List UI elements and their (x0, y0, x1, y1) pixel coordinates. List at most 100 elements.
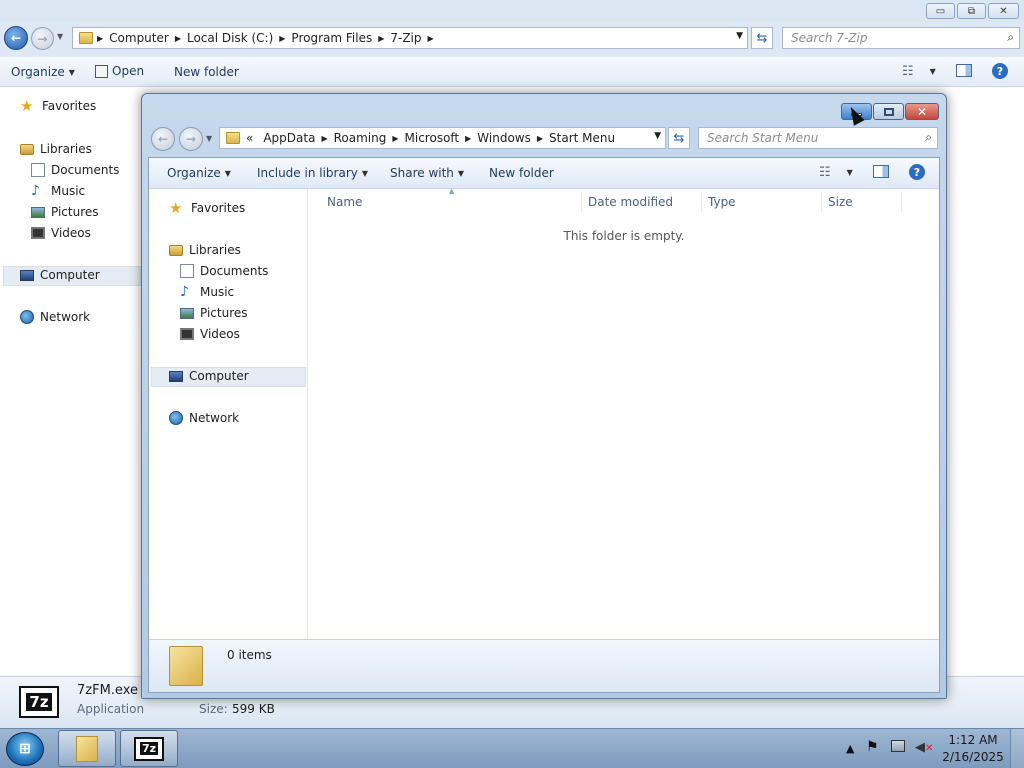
forward-arrow-icon: → (37, 31, 48, 46)
include-in-library-menu[interactable]: Include in library ▼ (257, 166, 368, 180)
column-header-name[interactable]: Name (327, 195, 362, 209)
column-header-type[interactable]: Type (708, 195, 736, 209)
background-nav-pictures[interactable]: Pictures (31, 205, 99, 219)
address-history-dropdown-icon[interactable]: ▼ (736, 31, 743, 41)
foreground-recent-pages-icon[interactable]: ▼ (206, 134, 212, 143)
forward-button[interactable]: → (31, 27, 54, 50)
background-preview-pane-button[interactable] (956, 64, 972, 77)
action-center-flag-icon[interactable]: ⚑ (866, 739, 879, 755)
foreground-nav-favorites[interactable]: ★ Favorites (169, 199, 245, 217)
background-address-bar[interactable]: ▶ Computer ▶ Local Disk (C:) ▶ Program F… (72, 27, 748, 49)
address-segment[interactable]: 7-Zip (384, 31, 427, 45)
background-refresh-button[interactable]: ⇆ (751, 27, 773, 49)
background-help-button[interactable]: ? (992, 63, 1008, 79)
background-nav-music[interactable]: ♪ Music (31, 184, 85, 198)
background-nav-favorites[interactable]: ★ Favorites (20, 99, 96, 114)
column-divider[interactable] (821, 192, 822, 212)
background-search-input[interactable]: Search 7-Zip ⌕ (782, 27, 1020, 49)
foreground-nav-network[interactable]: Network (169, 411, 239, 425)
nav-label: Documents (200, 264, 269, 278)
column-divider[interactable] (901, 192, 902, 212)
recent-pages-dropdown-icon[interactable]: ▼ (57, 32, 63, 41)
background-nav-documents[interactable]: Documents (31, 163, 119, 177)
music-note-icon: ♪ (180, 284, 189, 300)
background-close-button[interactable]: ✕ (988, 3, 1019, 19)
column-header-date-modified[interactable]: Date modified (588, 195, 673, 209)
show-hidden-icons-chevron-up-icon[interactable]: ▲ (846, 742, 854, 755)
foreground-search-input[interactable]: Search Start Menu ⌕ (698, 127, 938, 149)
foreground-help-button[interactable]: ? (909, 164, 925, 180)
foreground-nav-computer[interactable]: Computer (169, 369, 249, 383)
address-segment[interactable]: Microsoft (399, 131, 466, 145)
open-app-icon (95, 64, 108, 78)
background-nav-libraries[interactable]: Libraries (20, 142, 92, 156)
foreground-nav-videos[interactable]: Videos (180, 327, 240, 341)
network-tray-icon[interactable] (891, 740, 905, 755)
address-segment[interactable]: Start Menu (543, 131, 621, 145)
clock-time[interactable]: 1:12 AM (944, 733, 1002, 747)
chevron-down-icon: ▼ (929, 67, 936, 76)
address-segment[interactable]: AppData (257, 131, 321, 145)
address-history-dropdown-icon[interactable]: ▼ (654, 131, 661, 141)
address-segment[interactable]: Windows (471, 131, 537, 145)
start-button[interactable]: ⊞ (6, 732, 44, 766)
background-nav-network[interactable]: Network (20, 310, 90, 324)
background-organize-menu[interactable]: Organize ▼ (11, 65, 75, 79)
foreground-nav-libraries[interactable]: Libraries (169, 243, 241, 257)
search-placeholder: Search Start Menu (707, 131, 819, 145)
seven-zip-logo-text: 7z (26, 693, 52, 711)
clock-date[interactable]: 2/16/2025 (942, 750, 1004, 764)
address-segment[interactable]: Roaming (328, 131, 393, 145)
documents-icon (31, 163, 45, 177)
new-folder-label: New folder (489, 166, 554, 180)
foreground-close-button[interactable]: ✕ (905, 103, 939, 120)
background-new-folder-button[interactable]: New folder (174, 65, 239, 79)
background-restore-button[interactable]: ⧉ (957, 3, 986, 19)
address-separator-icon[interactable]: ▶ (428, 34, 434, 43)
libraries-icon (169, 244, 183, 256)
background-nav-videos[interactable]: Videos (31, 226, 91, 240)
show-desktop-button[interactable] (1010, 729, 1024, 768)
background-nav-computer[interactable]: Computer (20, 268, 100, 282)
column-divider[interactable] (701, 192, 702, 212)
taskbar-7zip-button[interactable]: 7z (120, 730, 178, 767)
column-header-size[interactable]: Size (828, 195, 853, 209)
documents-icon (180, 264, 194, 278)
address-overflow-chevron[interactable]: « (244, 131, 257, 145)
foreground-nav-documents[interactable]: Documents (180, 264, 268, 278)
foreground-organize-menu[interactable]: Organize ▼ (167, 166, 231, 180)
column-divider[interactable] (581, 192, 582, 212)
preview-pane-icon (956, 64, 972, 77)
foreground-address-bar[interactable]: « AppData ▶ Roaming ▶ Microsoft ▶ Window… (219, 127, 666, 149)
foreground-view-options-button[interactable]: ☷ ▼ (819, 165, 853, 180)
background-minimize-button[interactable]: ▭ (926, 3, 955, 19)
foreground-back-button[interactable]: ← (151, 127, 175, 151)
background-open-button[interactable]: Open (95, 64, 144, 78)
taskbar-explorer-button[interactable] (58, 730, 116, 767)
foreground-refresh-button[interactable]: ⇆ (668, 127, 690, 149)
share-with-menu[interactable]: Share with ▼ (390, 166, 464, 180)
view-list-icon: ☷ (819, 165, 831, 180)
network-icon (20, 310, 34, 324)
selected-file-name: 7zFM.exe (77, 683, 138, 698)
back-button[interactable]: ← (4, 26, 28, 50)
volume-muted-icon[interactable]: ◀✕ (915, 740, 933, 755)
foreground-preview-pane-button[interactable] (873, 165, 889, 178)
computer-icon (20, 269, 34, 281)
nav-label: Pictures (200, 306, 248, 320)
network-icon (169, 411, 183, 425)
include-in-library-label: Include in library (257, 166, 358, 180)
foreground-forward-button[interactable]: → (179, 127, 203, 151)
foreground-new-folder-button[interactable]: New folder (489, 166, 554, 180)
foreground-nav-music[interactable]: ♪ Music (180, 285, 234, 299)
foreground-maximize-button[interactable] (873, 103, 904, 120)
address-segment[interactable]: Computer (103, 31, 175, 45)
background-view-options-button[interactable]: ☷ ▼ (902, 64, 936, 79)
address-segment[interactable]: Local Disk (C:) (181, 31, 279, 45)
maximize-icon (883, 107, 894, 116)
foreground-nav-pictures[interactable]: Pictures (180, 306, 248, 320)
address-segment[interactable]: Program Files (285, 31, 378, 45)
chevron-down-icon: ▼ (361, 168, 369, 178)
star-icon: ★ (169, 199, 183, 217)
file-list-view[interactable]: ▲ Name Date modified Type Size This fold… (309, 187, 939, 639)
